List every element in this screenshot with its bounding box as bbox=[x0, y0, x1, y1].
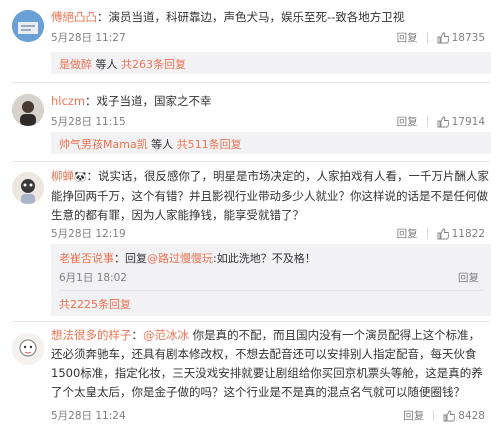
like-button[interactable]: 11822 bbox=[437, 228, 485, 240]
avatar[interactable] bbox=[12, 10, 44, 42]
comment-meta: 5月28日 11:24 回复 8428 bbox=[51, 408, 491, 424]
reply-summary: 是做醉 等人 共263条回复 bbox=[51, 52, 491, 74]
like-count: 8428 bbox=[458, 409, 485, 422]
reply-user[interactable]: 帅气男孩Mama凯 bbox=[59, 138, 148, 151]
more-replies-link[interactable]: 共263条回复 bbox=[121, 58, 186, 71]
sub-reply: 老崔否说事：回复@路过慢慢玩:如此洗地？不及格！ bbox=[59, 252, 316, 265]
username[interactable]: 柳蝉 bbox=[51, 169, 74, 183]
avatar[interactable] bbox=[12, 172, 44, 204]
divider bbox=[426, 228, 428, 239]
divider bbox=[12, 321, 490, 322]
reply-button[interactable]: 回复 bbox=[397, 226, 418, 241]
like-count: 17914 bbox=[451, 115, 485, 128]
more-replies-link[interactable]: 共511条回复 bbox=[177, 138, 242, 151]
username[interactable]: hlczm bbox=[51, 94, 85, 108]
thumb-up-icon bbox=[437, 228, 449, 239]
comment-text: 柳蝉🐼：说实话，很反感你了，明星是市场决定的，人家拍戏有人看，一千万片酬人家能挣… bbox=[51, 169, 489, 222]
sub-reply-meta: 6月1日 18:02 回复 bbox=[59, 270, 483, 285]
like-button[interactable]: 17914 bbox=[437, 116, 485, 128]
divider bbox=[426, 116, 428, 127]
timestamp: 5月28日 11:27 bbox=[51, 32, 126, 44]
comment-text: 傅絕凸凸：演员当道，科研靠边，声色犬马，娱乐至死--致各地方卫视 bbox=[51, 10, 405, 24]
divider bbox=[12, 82, 490, 83]
thumb-up-icon bbox=[437, 116, 449, 127]
divider bbox=[12, 161, 490, 162]
mention-link[interactable]: @范冰冰 bbox=[143, 328, 189, 342]
timestamp: 6月1日 18:02 bbox=[59, 272, 127, 284]
comment-meta: 5月28日 12:19 回复 11822 bbox=[51, 226, 491, 242]
reply-button[interactable]: 回复 bbox=[403, 408, 424, 423]
username[interactable]: 傅絕凸凸 bbox=[51, 10, 97, 24]
reply-button[interactable]: 回复 bbox=[397, 30, 418, 45]
comment-meta: 5月28日 11:27 回复 18735 bbox=[51, 30, 491, 46]
reply-user[interactable]: 是做醉 bbox=[59, 58, 92, 71]
comment-text: hlczm：戏子当道，国家之不幸 bbox=[51, 94, 212, 108]
timestamp: 5月28日 11:15 bbox=[51, 116, 126, 128]
divider bbox=[59, 290, 483, 291]
more-replies-link[interactable]: 共2225条回复 bbox=[59, 298, 131, 311]
like-count: 11822 bbox=[451, 227, 485, 240]
panda-badge-icon: 🐼 bbox=[74, 172, 87, 183]
thumb-up-icon bbox=[437, 32, 449, 43]
username[interactable]: 想法很多的样子 bbox=[51, 328, 132, 342]
avatar[interactable] bbox=[12, 94, 44, 126]
reply-box: 老崔否说事：回复@路过慢慢玩:如此洗地？不及格！ 6月1日 18:02 回复 共… bbox=[51, 244, 491, 316]
like-button[interactable]: 8428 bbox=[443, 410, 485, 422]
like-count: 18735 bbox=[451, 31, 485, 44]
mention-link[interactable]: @路过慢慢玩 bbox=[147, 252, 213, 265]
comment-text: 想法很多的样子：@范冰冰 你是真的不配，而且国内没有一个演员配得上这个标准，还必… bbox=[51, 328, 483, 399]
divider bbox=[433, 410, 435, 421]
reply-summary: 帅气男孩Mama凯 等人 共511条回复 bbox=[51, 132, 491, 154]
like-button[interactable]: 18735 bbox=[437, 32, 485, 44]
comment-meta: 5月28日 11:15 回复 17914 bbox=[51, 114, 491, 130]
sub-reply-button[interactable]: 回复 bbox=[458, 270, 479, 285]
sub-reply-user[interactable]: 老崔否说事 bbox=[59, 252, 114, 265]
timestamp: 5月28日 11:24 bbox=[51, 410, 126, 422]
divider bbox=[426, 32, 428, 43]
thumb-up-icon bbox=[443, 410, 456, 421]
timestamp: 5月28日 12:19 bbox=[51, 228, 126, 240]
avatar[interactable] bbox=[12, 333, 44, 365]
reply-button[interactable]: 回复 bbox=[397, 114, 418, 129]
